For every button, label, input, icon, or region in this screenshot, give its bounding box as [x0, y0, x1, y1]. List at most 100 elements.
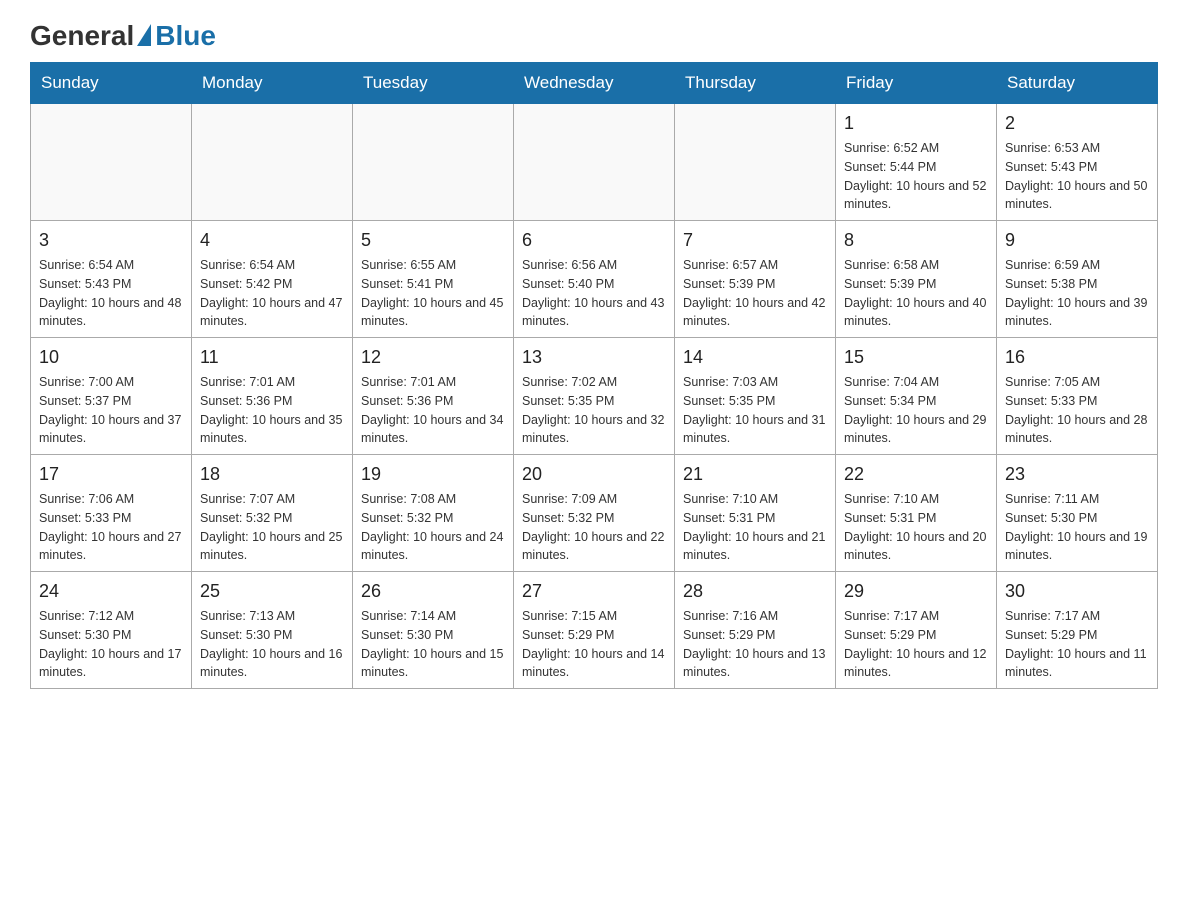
calendar-header: SundayMondayTuesdayWednesdayThursdayFrid… [31, 63, 1158, 104]
week-row-4: 17Sunrise: 7:06 AMSunset: 5:33 PMDayligh… [31, 455, 1158, 572]
day-info: Sunrise: 6:53 AMSunset: 5:43 PMDaylight:… [1005, 139, 1149, 214]
day-info: Sunrise: 7:01 AMSunset: 5:36 PMDaylight:… [200, 373, 344, 448]
calendar-cell: 18Sunrise: 7:07 AMSunset: 5:32 PMDayligh… [192, 455, 353, 572]
day-info: Sunrise: 7:17 AMSunset: 5:29 PMDaylight:… [844, 607, 988, 682]
calendar-cell: 7Sunrise: 6:57 AMSunset: 5:39 PMDaylight… [675, 221, 836, 338]
day-number: 16 [1005, 344, 1149, 371]
day-number: 29 [844, 578, 988, 605]
logo-general-text: General [30, 20, 134, 52]
day-info: Sunrise: 7:03 AMSunset: 5:35 PMDaylight:… [683, 373, 827, 448]
day-number: 25 [200, 578, 344, 605]
calendar-cell: 24Sunrise: 7:12 AMSunset: 5:30 PMDayligh… [31, 572, 192, 689]
day-info: Sunrise: 7:07 AMSunset: 5:32 PMDaylight:… [200, 490, 344, 565]
header-monday: Monday [192, 63, 353, 104]
week-row-5: 24Sunrise: 7:12 AMSunset: 5:30 PMDayligh… [31, 572, 1158, 689]
day-number: 3 [39, 227, 183, 254]
calendar-cell: 2Sunrise: 6:53 AMSunset: 5:43 PMDaylight… [997, 104, 1158, 221]
day-info: Sunrise: 6:56 AMSunset: 5:40 PMDaylight:… [522, 256, 666, 331]
day-info: Sunrise: 7:06 AMSunset: 5:33 PMDaylight:… [39, 490, 183, 565]
day-info: Sunrise: 6:52 AMSunset: 5:44 PMDaylight:… [844, 139, 988, 214]
calendar-body: 1Sunrise: 6:52 AMSunset: 5:44 PMDaylight… [31, 104, 1158, 689]
header-sunday: Sunday [31, 63, 192, 104]
day-number: 23 [1005, 461, 1149, 488]
day-info: Sunrise: 7:11 AMSunset: 5:30 PMDaylight:… [1005, 490, 1149, 565]
calendar-cell: 12Sunrise: 7:01 AMSunset: 5:36 PMDayligh… [353, 338, 514, 455]
calendar-cell: 19Sunrise: 7:08 AMSunset: 5:32 PMDayligh… [353, 455, 514, 572]
calendar-cell: 28Sunrise: 7:16 AMSunset: 5:29 PMDayligh… [675, 572, 836, 689]
day-number: 8 [844, 227, 988, 254]
day-info: Sunrise: 7:12 AMSunset: 5:30 PMDaylight:… [39, 607, 183, 682]
calendar-cell: 10Sunrise: 7:00 AMSunset: 5:37 PMDayligh… [31, 338, 192, 455]
week-row-2: 3Sunrise: 6:54 AMSunset: 5:43 PMDaylight… [31, 221, 1158, 338]
week-row-3: 10Sunrise: 7:00 AMSunset: 5:37 PMDayligh… [31, 338, 1158, 455]
day-number: 9 [1005, 227, 1149, 254]
day-number: 5 [361, 227, 505, 254]
day-info: Sunrise: 6:59 AMSunset: 5:38 PMDaylight:… [1005, 256, 1149, 331]
header-tuesday: Tuesday [353, 63, 514, 104]
day-info: Sunrise: 6:55 AMSunset: 5:41 PMDaylight:… [361, 256, 505, 331]
calendar-cell: 20Sunrise: 7:09 AMSunset: 5:32 PMDayligh… [514, 455, 675, 572]
calendar-cell: 23Sunrise: 7:11 AMSunset: 5:30 PMDayligh… [997, 455, 1158, 572]
day-info: Sunrise: 7:14 AMSunset: 5:30 PMDaylight:… [361, 607, 505, 682]
calendar-cell: 11Sunrise: 7:01 AMSunset: 5:36 PMDayligh… [192, 338, 353, 455]
week-row-1: 1Sunrise: 6:52 AMSunset: 5:44 PMDaylight… [31, 104, 1158, 221]
day-info: Sunrise: 6:54 AMSunset: 5:42 PMDaylight:… [200, 256, 344, 331]
calendar-cell: 9Sunrise: 6:59 AMSunset: 5:38 PMDaylight… [997, 221, 1158, 338]
day-number: 2 [1005, 110, 1149, 137]
day-info: Sunrise: 7:17 AMSunset: 5:29 PMDaylight:… [1005, 607, 1149, 682]
day-number: 10 [39, 344, 183, 371]
calendar-cell: 15Sunrise: 7:04 AMSunset: 5:34 PMDayligh… [836, 338, 997, 455]
page-header: General Blue [30, 20, 1158, 52]
day-number: 7 [683, 227, 827, 254]
day-number: 11 [200, 344, 344, 371]
day-info: Sunrise: 7:10 AMSunset: 5:31 PMDaylight:… [844, 490, 988, 565]
calendar-cell: 16Sunrise: 7:05 AMSunset: 5:33 PMDayligh… [997, 338, 1158, 455]
calendar-cell [353, 104, 514, 221]
calendar-cell [514, 104, 675, 221]
logo: General Blue [30, 20, 216, 52]
logo-triangle-icon [137, 24, 151, 46]
calendar-cell: 25Sunrise: 7:13 AMSunset: 5:30 PMDayligh… [192, 572, 353, 689]
calendar-cell: 21Sunrise: 7:10 AMSunset: 5:31 PMDayligh… [675, 455, 836, 572]
day-number: 22 [844, 461, 988, 488]
calendar-cell: 17Sunrise: 7:06 AMSunset: 5:33 PMDayligh… [31, 455, 192, 572]
day-info: Sunrise: 7:05 AMSunset: 5:33 PMDaylight:… [1005, 373, 1149, 448]
day-info: Sunrise: 7:16 AMSunset: 5:29 PMDaylight:… [683, 607, 827, 682]
header-friday: Friday [836, 63, 997, 104]
day-number: 6 [522, 227, 666, 254]
calendar-cell: 3Sunrise: 6:54 AMSunset: 5:43 PMDaylight… [31, 221, 192, 338]
header-saturday: Saturday [997, 63, 1158, 104]
day-number: 1 [844, 110, 988, 137]
calendar-cell: 14Sunrise: 7:03 AMSunset: 5:35 PMDayligh… [675, 338, 836, 455]
day-info: Sunrise: 7:13 AMSunset: 5:30 PMDaylight:… [200, 607, 344, 682]
day-number: 26 [361, 578, 505, 605]
day-number: 19 [361, 461, 505, 488]
day-info: Sunrise: 7:02 AMSunset: 5:35 PMDaylight:… [522, 373, 666, 448]
day-info: Sunrise: 7:09 AMSunset: 5:32 PMDaylight:… [522, 490, 666, 565]
day-number: 15 [844, 344, 988, 371]
calendar-cell: 26Sunrise: 7:14 AMSunset: 5:30 PMDayligh… [353, 572, 514, 689]
day-number: 27 [522, 578, 666, 605]
calendar-cell: 27Sunrise: 7:15 AMSunset: 5:29 PMDayligh… [514, 572, 675, 689]
day-info: Sunrise: 6:57 AMSunset: 5:39 PMDaylight:… [683, 256, 827, 331]
header-wednesday: Wednesday [514, 63, 675, 104]
calendar-cell: 13Sunrise: 7:02 AMSunset: 5:35 PMDayligh… [514, 338, 675, 455]
day-info: Sunrise: 7:15 AMSunset: 5:29 PMDaylight:… [522, 607, 666, 682]
calendar-table: SundayMondayTuesdayWednesdayThursdayFrid… [30, 62, 1158, 689]
header-thursday: Thursday [675, 63, 836, 104]
day-number: 12 [361, 344, 505, 371]
day-number: 30 [1005, 578, 1149, 605]
calendar-cell: 5Sunrise: 6:55 AMSunset: 5:41 PMDaylight… [353, 221, 514, 338]
day-number: 18 [200, 461, 344, 488]
day-number: 4 [200, 227, 344, 254]
calendar-cell [192, 104, 353, 221]
day-number: 17 [39, 461, 183, 488]
calendar-cell: 8Sunrise: 6:58 AMSunset: 5:39 PMDaylight… [836, 221, 997, 338]
day-info: Sunrise: 6:54 AMSunset: 5:43 PMDaylight:… [39, 256, 183, 331]
calendar-cell [31, 104, 192, 221]
day-number: 21 [683, 461, 827, 488]
calendar-cell: 4Sunrise: 6:54 AMSunset: 5:42 PMDaylight… [192, 221, 353, 338]
day-number: 28 [683, 578, 827, 605]
calendar-cell: 1Sunrise: 6:52 AMSunset: 5:44 PMDaylight… [836, 104, 997, 221]
day-number: 24 [39, 578, 183, 605]
